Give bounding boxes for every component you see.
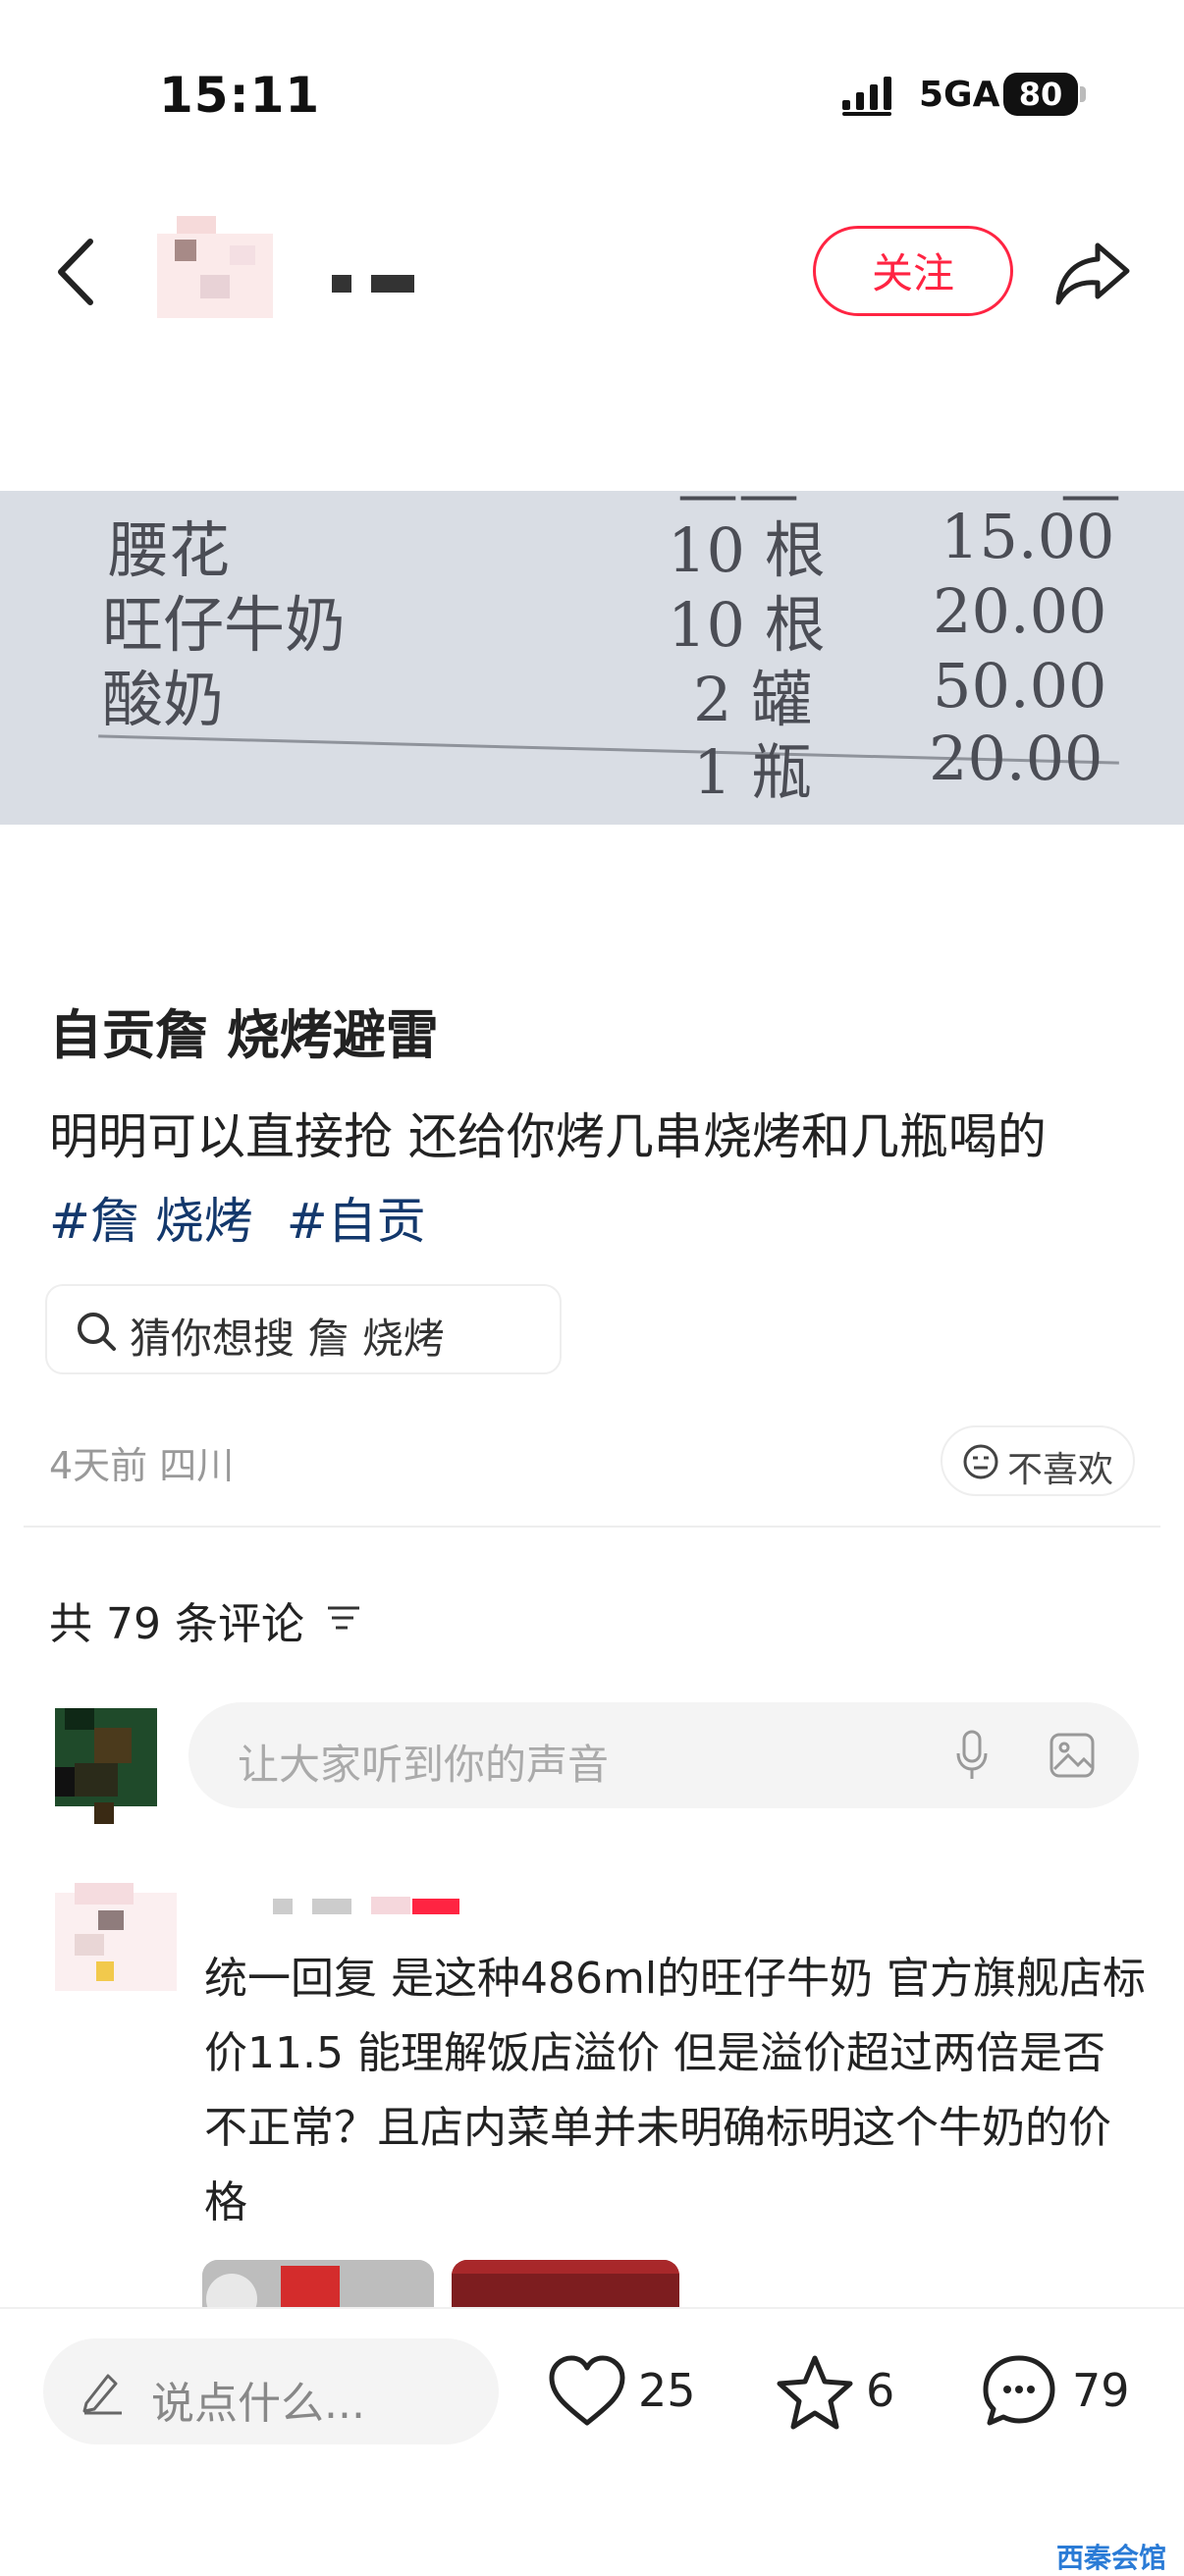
post-body: 明明可以直接抢 还给你烤几串烧烤和几瓶喝的 (49, 1108, 1047, 1165)
post-meta: 4天前 四川 (49, 1444, 235, 1487)
my-avatar[interactable] (55, 1708, 157, 1826)
watermark: 西秦会馆 (1056, 2542, 1167, 2574)
receipt-item-qty: 1 瓶 (693, 736, 813, 808)
dislike-label: 不喜欢 (1007, 1450, 1114, 1490)
back-icon[interactable] (51, 236, 100, 308)
pencil-icon (79, 2368, 126, 2415)
hashtag-link[interactable]: #詹 烧烤 (49, 1193, 253, 1250)
search-suggestion-text: 猜你想搜 詹 烧烤 (130, 1315, 445, 1363)
receipt-item-price: 15.00 (941, 501, 1115, 572)
receipt-item-price: 20.00 (933, 575, 1107, 647)
microphone-icon[interactable] (954, 1730, 990, 1781)
signal-icon (842, 77, 905, 116)
author-name-redacted[interactable] (332, 271, 414, 295)
battery-indicator: 80 (1003, 73, 1078, 116)
say-something-placeholder: 说点什么... (151, 2379, 365, 2429)
post-image[interactable]: —— — 腰花 10 根 15.00 旺仔牛奶 10 根 20.00 酸奶 2 罐… (0, 491, 1184, 825)
receipt-item-price: 20.00 (929, 723, 1103, 794)
comment-input-placeholder: 让大家听到你的声音 (238, 1741, 610, 1789)
comment-button[interactable]: 79 (980, 2348, 1147, 2437)
comment-image-thumb[interactable] (452, 2260, 679, 2309)
star-icon (776, 2352, 854, 2431)
receipt-item-price: 50.00 (933, 650, 1107, 722)
author-avatar[interactable] (157, 216, 273, 332)
comment-count: 79 (1072, 2364, 1130, 2417)
search-icon (75, 1310, 118, 1353)
image-icon[interactable] (1049, 1732, 1096, 1779)
post-tags: #詹 烧烤 #自贡 (49, 1182, 444, 1253)
comment-bubble-icon (980, 2352, 1058, 2431)
post-title: 自贡詹 烧烤避雷 (49, 1004, 439, 1066)
favorite-button[interactable]: 6 (776, 2348, 903, 2437)
comment-text: 统一回复 是这种486ml的旺仔牛奶 官方旗舰店标价11.5 能理解饭店溢价 但… (204, 1954, 1147, 2227)
network-type: 5GA (919, 75, 1000, 115)
comment-input[interactable]: 让大家听到你的声音 (188, 1702, 1139, 1808)
battery-nub (1080, 86, 1086, 102)
share-icon[interactable] (1054, 240, 1131, 308)
comment-count-label: 共 79 条评论 (49, 1599, 304, 1649)
like-button[interactable]: 25 (548, 2348, 705, 2437)
neutral-face-icon (962, 1443, 999, 1480)
divider (24, 1526, 1160, 1528)
sort-icon[interactable] (324, 1600, 363, 1636)
favorite-count: 6 (866, 2364, 895, 2417)
say-something-input[interactable]: 说点什么... (43, 2338, 499, 2444)
dislike-button[interactable]: 不喜欢 (941, 1425, 1135, 1496)
comment-image-thumb[interactable] (202, 2260, 434, 2309)
heart-icon (548, 2354, 626, 2429)
commenter-avatar[interactable] (55, 1883, 177, 2005)
receipt-item-name: 酸奶 (102, 664, 225, 735)
commenter-name-redacted[interactable] (273, 1895, 461, 1916)
hashtag-link[interactable]: #自贡 (287, 1193, 426, 1250)
status-time: 15:11 (159, 67, 321, 124)
like-count: 25 (638, 2364, 696, 2417)
search-suggestion-chip[interactable]: 猜你想搜 詹 烧烤 (45, 1284, 562, 1374)
follow-button[interactable]: 关注 (813, 226, 1013, 316)
